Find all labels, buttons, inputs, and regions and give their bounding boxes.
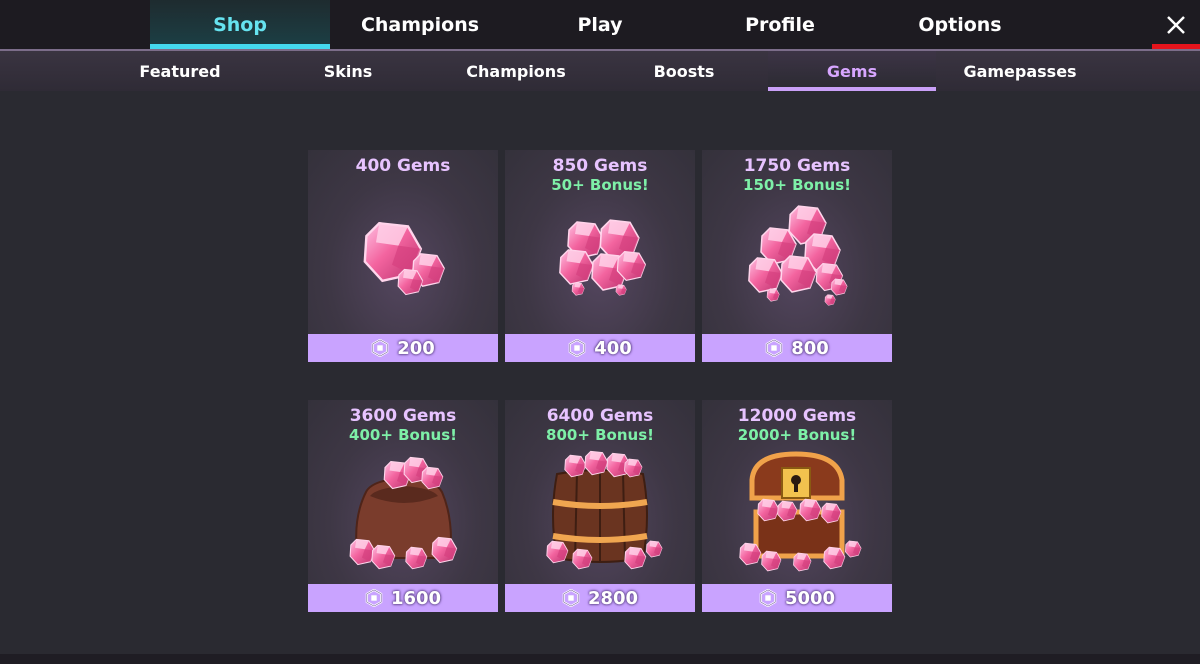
- subtab-champions-label: Champions: [466, 61, 566, 81]
- tab-options-label: Options: [918, 13, 1002, 36]
- gem-pack-card[interactable]: 400 Gems 200: [308, 150, 498, 362]
- price-label: 800: [791, 337, 829, 359]
- robux-icon: [371, 339, 389, 357]
- pack-title: 3600 Gems: [349, 406, 457, 426]
- subtab-skins[interactable]: Skins: [264, 51, 432, 91]
- subtab-boosts-label: Boosts: [653, 61, 715, 81]
- tab-play-label: Play: [577, 13, 623, 36]
- price-label: 200: [397, 337, 435, 359]
- subtab-champions[interactable]: Champions: [432, 51, 600, 91]
- medium-gem-cluster-icon: [559, 219, 647, 296]
- pack-title: 12000 Gems: [737, 406, 857, 426]
- subtab-gems-label: Gems: [826, 61, 878, 81]
- price-button[interactable]: 1600: [308, 584, 498, 612]
- robux-icon: [365, 589, 383, 607]
- gem-pack-card[interactable]: 6400 Gems 800+ Bonus! 2800: [505, 400, 695, 612]
- price-button[interactable]: 400: [505, 334, 695, 362]
- gem-barrel-icon: [546, 450, 663, 570]
- gem-pack-card[interactable]: 3600 Gems 400+ Bonus! 1600: [308, 400, 498, 612]
- subtab-skins-label: Skins: [323, 61, 373, 81]
- gem-pack-card[interactable]: 1750 Gems 150+ Bonus! 800: [702, 150, 892, 362]
- tab-options[interactable]: Options: [870, 0, 1050, 49]
- subtab-gamepasses[interactable]: Gamepasses: [936, 51, 1104, 91]
- price-label: 400: [594, 337, 632, 359]
- gem-treasure-chest-icon: [739, 451, 862, 572]
- tab-profile[interactable]: Profile: [690, 0, 870, 49]
- robux-icon: [765, 339, 783, 357]
- sub-nav: Featured Skins Champions Boosts Gems Gam…: [0, 51, 1200, 91]
- price-button[interactable]: 5000: [702, 584, 892, 612]
- price-button[interactable]: 200: [308, 334, 498, 362]
- tab-shop[interactable]: Shop: [150, 0, 330, 49]
- price-label: 5000: [784, 587, 836, 609]
- subtab-gamepasses-label: Gamepasses: [963, 61, 1077, 81]
- price-label: 2800: [587, 587, 639, 609]
- subtab-boosts[interactable]: Boosts: [600, 51, 768, 91]
- large-gem-cluster-icon: [748, 205, 848, 306]
- tab-champions-label: Champions: [360, 13, 480, 36]
- top-nav: Shop Champions Play Profile Options: [0, 0, 1200, 51]
- price-button[interactable]: 800: [702, 334, 892, 362]
- gem-pack-card[interactable]: 12000 Gems 2000+ Bonus! 5000: [702, 400, 892, 612]
- tab-champions[interactable]: Champions: [330, 0, 510, 49]
- robux-icon: [568, 339, 586, 357]
- robux-icon: [562, 589, 580, 607]
- pack-title: 6400 Gems: [546, 406, 654, 426]
- subtab-featured-label: Featured: [139, 61, 221, 81]
- gem-sack-icon: [349, 456, 458, 570]
- small-gem-cluster-icon: [363, 221, 445, 296]
- tab-shop-label: Shop: [213, 13, 267, 36]
- bottom-strip: [0, 654, 1200, 664]
- subtab-featured[interactable]: Featured: [96, 51, 264, 91]
- close-icon: [1167, 15, 1185, 34]
- close-button[interactable]: [1152, 0, 1200, 49]
- price-label: 1600: [390, 587, 442, 609]
- subtab-gems[interactable]: Gems: [768, 51, 936, 91]
- price-button[interactable]: 2800: [505, 584, 695, 612]
- pack-title: 850 Gems: [552, 156, 648, 176]
- tab-profile-label: Profile: [745, 13, 815, 36]
- pack-title: 400 Gems: [355, 156, 451, 176]
- pack-title: 1750 Gems: [743, 156, 851, 176]
- gem-pack-card[interactable]: 850 Gems 50+ Bonus! 400: [505, 150, 695, 362]
- robux-icon: [759, 589, 777, 607]
- tab-play[interactable]: Play: [510, 0, 690, 49]
